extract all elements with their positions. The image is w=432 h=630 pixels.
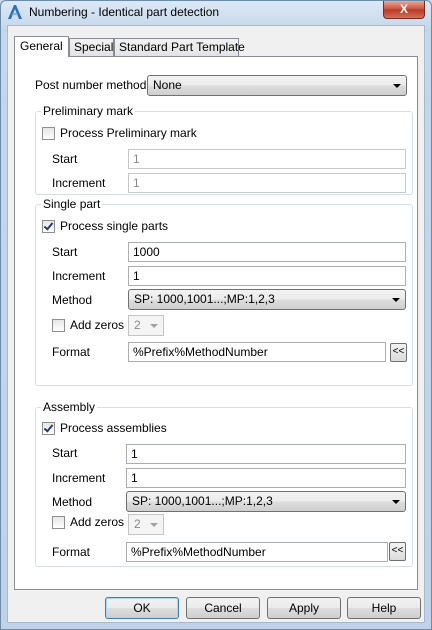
single-add-zeros-label: Add zeros (70, 318, 125, 332)
assembly-method-value: SP: 1000,1001...;MP:1,2,3 (132, 494, 273, 508)
window-title: Numbering - Identical part detection (29, 5, 220, 19)
chevron-down-icon (150, 523, 158, 527)
process-assemblies-label: Process assemblies (60, 421, 167, 435)
dialog-window: Numbering - Identical part detection X G… (0, 0, 432, 630)
process-single-parts-checkbox[interactable] (42, 220, 55, 233)
general-tab-panel: Post number method None Preliminary mark… (14, 56, 418, 590)
preliminary-increment-label: Increment (52, 176, 106, 190)
preliminary-mark-group: Preliminary mark Process Preliminary mar… (35, 104, 413, 195)
ok-button[interactable]: OK (105, 597, 179, 619)
assembly-start-label: Start (52, 446, 78, 460)
assembly-method-label: Method (52, 495, 93, 509)
single-zeros-select[interactable]: 2 (128, 315, 164, 336)
post-number-method-label: Post number method (35, 78, 147, 92)
process-preliminary-label: Process Preliminary mark (60, 126, 197, 140)
single-format-input[interactable]: %Prefix%MethodNumber (128, 342, 386, 362)
single-part-title: Single part (41, 197, 103, 211)
single-part-group: Single part Process single parts Start 1… (35, 197, 413, 386)
tab-special[interactable]: Special (69, 38, 114, 56)
tab-general[interactable]: General (14, 36, 69, 57)
assembly-group: Assembly Process assemblies Start 1 Incr… (35, 400, 413, 567)
dialog-client: General Special Standard Part Template P… (7, 25, 425, 623)
assembly-format-insert-button[interactable]: << (389, 542, 406, 561)
apply-button[interactable]: Apply (267, 597, 341, 619)
cancel-button[interactable]: Cancel (186, 597, 260, 619)
post-number-method-value: None (153, 78, 182, 92)
single-add-zeros-checkbox[interactable] (52, 319, 65, 332)
preliminary-start-label: Start (52, 152, 78, 166)
single-start-input[interactable]: 1000 (128, 242, 406, 262)
tab-standard-part-template[interactable]: Standard Part Template (114, 38, 245, 56)
assembly-format-input[interactable]: %Prefix%MethodNumber (126, 542, 388, 562)
preliminary-mark-title: Preliminary mark (41, 104, 136, 118)
assembly-zeros-value: 2 (134, 517, 141, 531)
single-method-value: SP: 1000,1001...;MP:1,2,3 (134, 292, 275, 306)
preliminary-start-input[interactable]: 1 (128, 149, 406, 169)
checkmark-icon (43, 220, 54, 231)
single-method-label: Method (52, 293, 93, 307)
app-logo-icon (8, 5, 22, 19)
checkmark-icon (43, 422, 54, 433)
title-bar: Numbering - Identical part detection X (1, 1, 431, 23)
assembly-title: Assembly (41, 400, 98, 414)
process-assemblies-checkbox[interactable] (42, 422, 55, 435)
preliminary-increment-input[interactable]: 1 (128, 173, 406, 193)
single-start-label: Start (52, 245, 78, 259)
single-increment-input[interactable]: 1 (128, 266, 406, 286)
chevron-down-icon (392, 298, 400, 302)
chevron-down-icon (392, 500, 400, 504)
assembly-zeros-select[interactable]: 2 (128, 514, 164, 535)
assembly-increment-input[interactable]: 1 (126, 468, 406, 488)
chevron-down-icon (393, 84, 401, 88)
help-button[interactable]: Help (347, 597, 421, 619)
assembly-add-zeros-label: Add zeros (70, 515, 125, 529)
assembly-start-input[interactable]: 1 (126, 444, 406, 464)
close-button[interactable]: X (383, 1, 425, 19)
assembly-add-zeros-checkbox[interactable] (52, 516, 65, 529)
single-method-select[interactable]: SP: 1000,1001...;MP:1,2,3 (128, 289, 406, 310)
post-number-method-select[interactable]: None (147, 75, 407, 96)
single-zeros-value: 2 (134, 318, 141, 332)
assembly-format-label: Format (52, 545, 91, 559)
process-single-parts-label: Process single parts (60, 219, 169, 233)
single-increment-label: Increment (52, 269, 106, 283)
assembly-increment-label: Increment (52, 471, 106, 485)
single-format-insert-button[interactable]: << (390, 343, 407, 362)
single-format-label: Format (52, 345, 91, 359)
assembly-method-select[interactable]: SP: 1000,1001...;MP:1,2,3 (126, 491, 406, 512)
chevron-down-icon (150, 324, 158, 328)
process-preliminary-checkbox[interactable] (42, 127, 55, 140)
